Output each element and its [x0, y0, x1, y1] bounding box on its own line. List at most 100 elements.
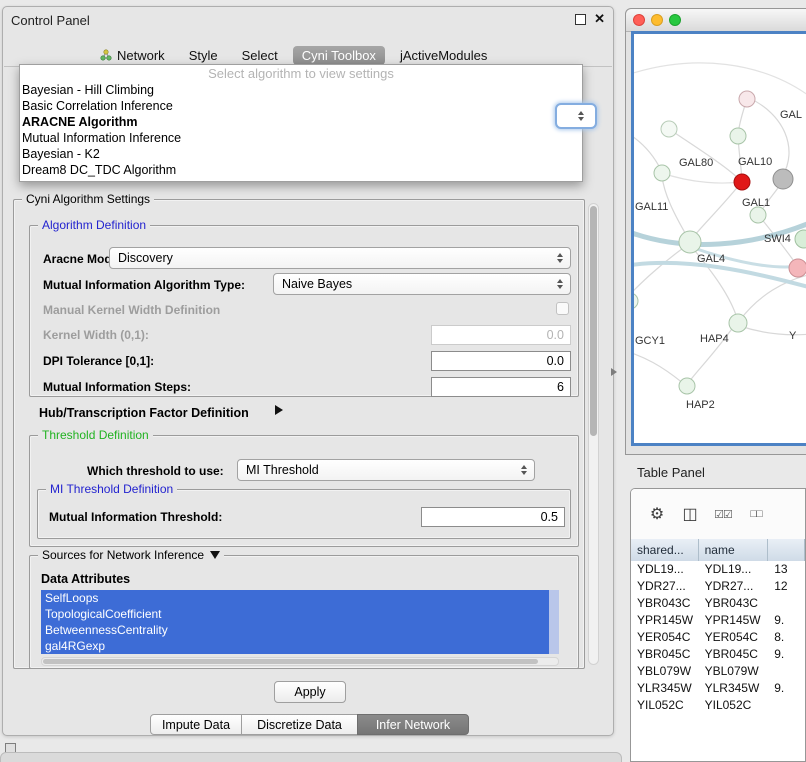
mi-steps-field[interactable]: 6: [431, 377, 571, 397]
column-header[interactable]: shared...: [631, 539, 699, 561]
network-node[interactable]: [789, 259, 806, 277]
clear-all-checkboxes-icon[interactable]: □□: [744, 508, 768, 520]
tab-style[interactable]: Style: [180, 46, 227, 65]
tab-jactivemodules[interactable]: jActiveModules: [391, 46, 496, 65]
network-node[interactable]: [634, 293, 638, 309]
attribute-list-item[interactable]: gal4RGexp: [41, 638, 553, 654]
data-attributes-list[interactable]: SelfLoopsTopologicalCoefficientBetweenne…: [41, 590, 559, 654]
network-edge[interactable]: [662, 173, 740, 183]
control-panel-tabs: Network Style Select Cyni Toolbox jActiv…: [91, 44, 496, 66]
network-edge[interactable]: [634, 63, 806, 98]
desktop: Control Panel ✕ Network Style Select: [0, 0, 806, 762]
network-node[interactable]: [679, 231, 701, 253]
settings-scrollbar[interactable]: [588, 203, 599, 665]
attributes-list-scrollbar[interactable]: [549, 590, 559, 654]
table-row[interactable]: YLR345WYLR345W9.: [631, 680, 805, 697]
settings-scrollbar-thumb[interactable]: [590, 206, 597, 436]
tab-cyni-toolbox[interactable]: Cyni Toolbox: [293, 46, 385, 65]
network-edge[interactable]: [669, 129, 740, 180]
algorithm-option[interactable]: ARACNE Algorithm: [20, 114, 582, 130]
network-edge[interactable]: [740, 274, 806, 320]
mi-threshold-field[interactable]: 0.5: [421, 507, 565, 527]
algorithm-popup-prompt: Select algorithm to view settings: [20, 65, 582, 82]
tab-label: Style: [189, 48, 218, 63]
network-node[interactable]: [773, 169, 793, 189]
table-row[interactable]: YER054CYER054C8.: [631, 629, 805, 646]
float-window-button[interactable]: [575, 14, 586, 25]
network-node[interactable]: [739, 91, 755, 107]
splitter-collapse-arrow[interactable]: [611, 368, 617, 376]
network-node[interactable]: [750, 207, 766, 223]
table-cell: 9.: [768, 646, 805, 663]
dpi-tolerance-field[interactable]: 0.0: [431, 351, 571, 371]
table-row[interactable]: YIL052CYIL052C: [631, 697, 805, 714]
table-cell: 12: [768, 578, 805, 595]
table-row[interactable]: YBR043CYBR043C: [631, 595, 805, 612]
expand-arrow-icon[interactable]: [275, 405, 283, 415]
network-edge[interactable]: [694, 184, 740, 236]
gear-icon[interactable]: ⚙: [645, 504, 669, 524]
network-node[interactable]: [729, 314, 747, 332]
sources-title-text: Sources for Network Inference: [42, 548, 204, 562]
mi-algorithm-type-combo[interactable]: Naive Bayes: [273, 273, 571, 295]
columns-icon[interactable]: ◫: [678, 504, 702, 524]
zoom-traffic-light[interactable]: [669, 14, 681, 26]
close-window-button[interactable]: ✕: [594, 13, 605, 25]
tab-label: Network: [117, 48, 165, 63]
column-header[interactable]: [768, 539, 805, 561]
network-node[interactable]: [730, 128, 746, 144]
aracne-mode-combo[interactable]: Discovery: [109, 247, 571, 269]
select-all-checkboxes-icon[interactable]: ☑☑: [711, 508, 735, 521]
tab-label: Cyni Toolbox: [302, 48, 376, 63]
network-edge[interactable]: [634, 246, 686, 300]
which-threshold-combo[interactable]: MI Threshold: [237, 459, 535, 481]
table-row[interactable]: YPR145WYPR145W9.: [631, 612, 805, 629]
attribute-list-item[interactable]: TopologicalCoefficient: [41, 606, 553, 622]
apply-button[interactable]: Apply: [274, 681, 346, 703]
network-edge[interactable]: [634, 130, 661, 170]
hub-definition-label[interactable]: Hub/Transcription Factor Definition: [39, 406, 249, 420]
tab-network[interactable]: Network: [91, 46, 174, 65]
minimize-traffic-light[interactable]: [651, 14, 663, 26]
attribute-list-item[interactable]: BetweennessCentrality: [41, 622, 553, 638]
algorithm-combo-fragment[interactable]: [555, 103, 597, 129]
kernel-width-label: Kernel Width (0,1):: [43, 328, 149, 342]
attribute-list-item[interactable]: SelfLoops: [41, 590, 553, 606]
algorithm-option[interactable]: Bayesian - Hill Climbing: [20, 82, 582, 98]
algorithm-option[interactable]: Mutual Information Inference: [20, 130, 582, 146]
network-canvas[interactable]: GALGAL80GAL10GAL11GAL1SWI4GAL4GCY1HAP4YH…: [631, 31, 806, 446]
algorithm-option[interactable]: Basic Correlation Inference: [20, 98, 582, 114]
network-node[interactable]: [795, 230, 806, 248]
manual-kernel-width-checkbox[interactable]: [556, 302, 569, 315]
algorithm-option[interactable]: Bayesian - K2: [20, 146, 582, 162]
network-node[interactable]: [734, 174, 750, 190]
network-node[interactable]: [661, 121, 677, 137]
mi-threshold-label: Mutual Information Threshold:: [49, 510, 222, 524]
network-node[interactable]: [679, 378, 695, 394]
tab-impute-data[interactable]: Impute Data: [150, 714, 242, 735]
algorithm-option[interactable]: Dream8 DC_TDC Algorithm: [20, 162, 582, 178]
column-header[interactable]: name: [699, 539, 769, 561]
node-label: Y: [789, 330, 797, 342]
table-cell: 9.: [768, 612, 805, 629]
tab-discretize-data[interactable]: Discretize Data: [241, 714, 358, 735]
tab-infer-network[interactable]: Infer Network: [357, 714, 469, 735]
network-edge[interactable]: [634, 350, 684, 384]
tab-select[interactable]: Select: [233, 46, 287, 65]
table-row[interactable]: YDR27...YDR27...12: [631, 578, 805, 595]
table-row[interactable]: YDL19...YDL19...13: [631, 561, 805, 578]
attributes-hscrollbar[interactable]: [41, 657, 559, 666]
kernel-width-field[interactable]: 0.0: [431, 325, 571, 345]
attributes-hscrollbar-thumb[interactable]: [43, 659, 538, 664]
close-traffic-light[interactable]: [633, 14, 645, 26]
manual-kernel-width-label: Manual Kernel Width Definition: [43, 303, 220, 317]
table-row[interactable]: YBL079WYBL079W: [631, 663, 805, 680]
table-cell: YIL052C: [699, 697, 769, 714]
combo-stepper-icon: [553, 253, 567, 263]
network-node[interactable]: [654, 165, 670, 181]
network-view-window: GALGAL80GAL10GAL11GAL1SWI4GAL4GCY1HAP4YH…: [625, 8, 806, 455]
combo-value: Discovery: [118, 251, 553, 265]
algorithm-popup-list: Bayesian - Hill ClimbingBasic Correlatio…: [20, 82, 582, 178]
table-row[interactable]: YBR045CYBR045C9.: [631, 646, 805, 663]
collapse-arrow-icon[interactable]: [210, 551, 220, 559]
